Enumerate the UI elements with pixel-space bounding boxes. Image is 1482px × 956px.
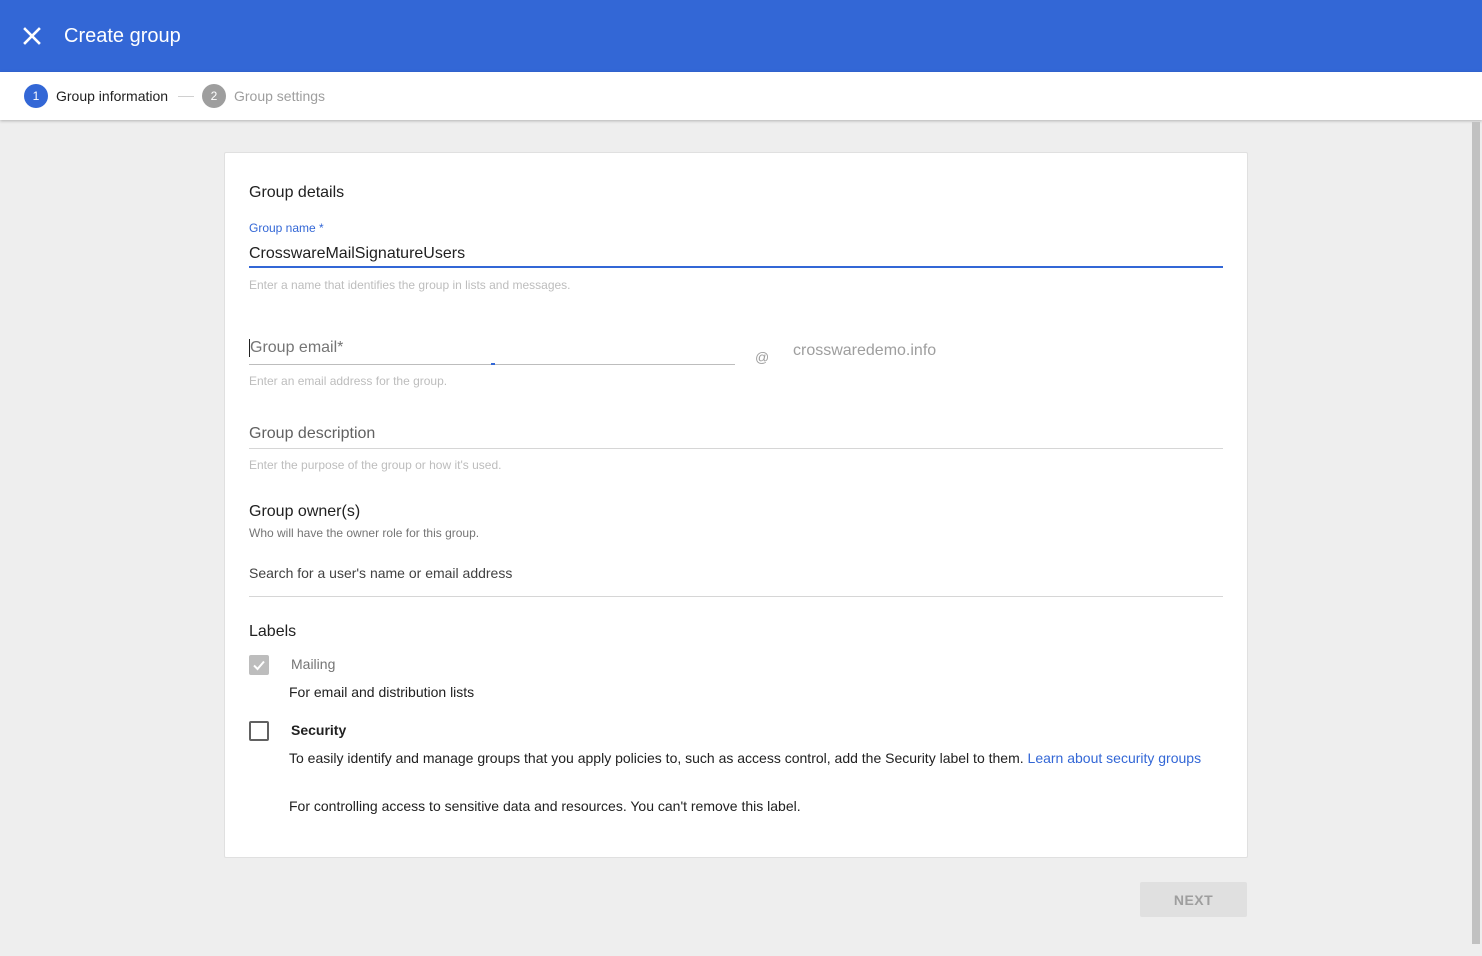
close-icon[interactable] bbox=[18, 22, 46, 50]
step-label: Group settings bbox=[234, 88, 326, 104]
email-domain: crosswaredemo.info bbox=[793, 342, 937, 359]
group-owners-title: Group owner(s) bbox=[249, 503, 361, 520]
security-description-text: To easily identify and manage groups tha… bbox=[289, 750, 1024, 766]
group-details-card: Group details Group name * CrosswareMail… bbox=[224, 152, 1248, 858]
app-header: Create group bbox=[0, 0, 1482, 72]
group-name-underline bbox=[249, 266, 1223, 268]
owner-search-underline bbox=[249, 596, 1223, 597]
step-group-information[interactable]: 1 Group information bbox=[24, 84, 168, 108]
step-label: Group information bbox=[56, 88, 169, 104]
stepper: 1 Group information 2 Group settings bbox=[0, 72, 1482, 120]
scrollbar[interactable] bbox=[1472, 122, 1480, 944]
step-connector bbox=[178, 96, 194, 97]
owner-search-input[interactable] bbox=[249, 565, 1223, 581]
group-owners-subtitle: Who will have the owner role for this gr… bbox=[249, 526, 480, 540]
at-sign: @ bbox=[755, 349, 770, 365]
group-name-hint: Enter a name that identifies the group i… bbox=[249, 278, 571, 292]
checkmark-icon bbox=[253, 660, 265, 671]
security-checkbox[interactable] bbox=[249, 721, 269, 741]
page-title: Create group bbox=[64, 25, 181, 47]
security-label: Security bbox=[291, 722, 347, 738]
group-name-input[interactable]: CrosswareMailSignatureUsers bbox=[249, 245, 465, 263]
group-description-underline bbox=[249, 448, 1223, 449]
mailing-label: Mailing bbox=[291, 656, 336, 672]
mailing-description: For email and distribution lists bbox=[289, 684, 475, 700]
group-email-input[interactable] bbox=[249, 339, 736, 357]
step-number-badge: 1 bbox=[24, 84, 48, 108]
security-note: For controlling access to sensitive data… bbox=[289, 798, 801, 814]
labels-title: Labels bbox=[249, 623, 297, 640]
section-title: Group details bbox=[249, 184, 345, 201]
group-email-focus-indicator bbox=[491, 363, 495, 365]
security-description: To easily identify and manage groups tha… bbox=[289, 748, 1209, 768]
group-description-input[interactable] bbox=[249, 425, 1223, 443]
mailing-checkbox bbox=[249, 655, 269, 675]
group-description-hint: Enter the purpose of the group or how it… bbox=[249, 458, 502, 472]
group-email-hint: Enter an email address for the group. bbox=[249, 374, 448, 388]
step-number-badge: 2 bbox=[202, 84, 226, 108]
learn-about-security-groups-link[interactable]: Learn about security groups bbox=[1028, 750, 1202, 766]
step-group-settings[interactable]: 2 Group settings bbox=[202, 84, 325, 108]
group-name-label: Group name * bbox=[249, 221, 324, 235]
next-button[interactable]: NEXT bbox=[1140, 882, 1247, 917]
